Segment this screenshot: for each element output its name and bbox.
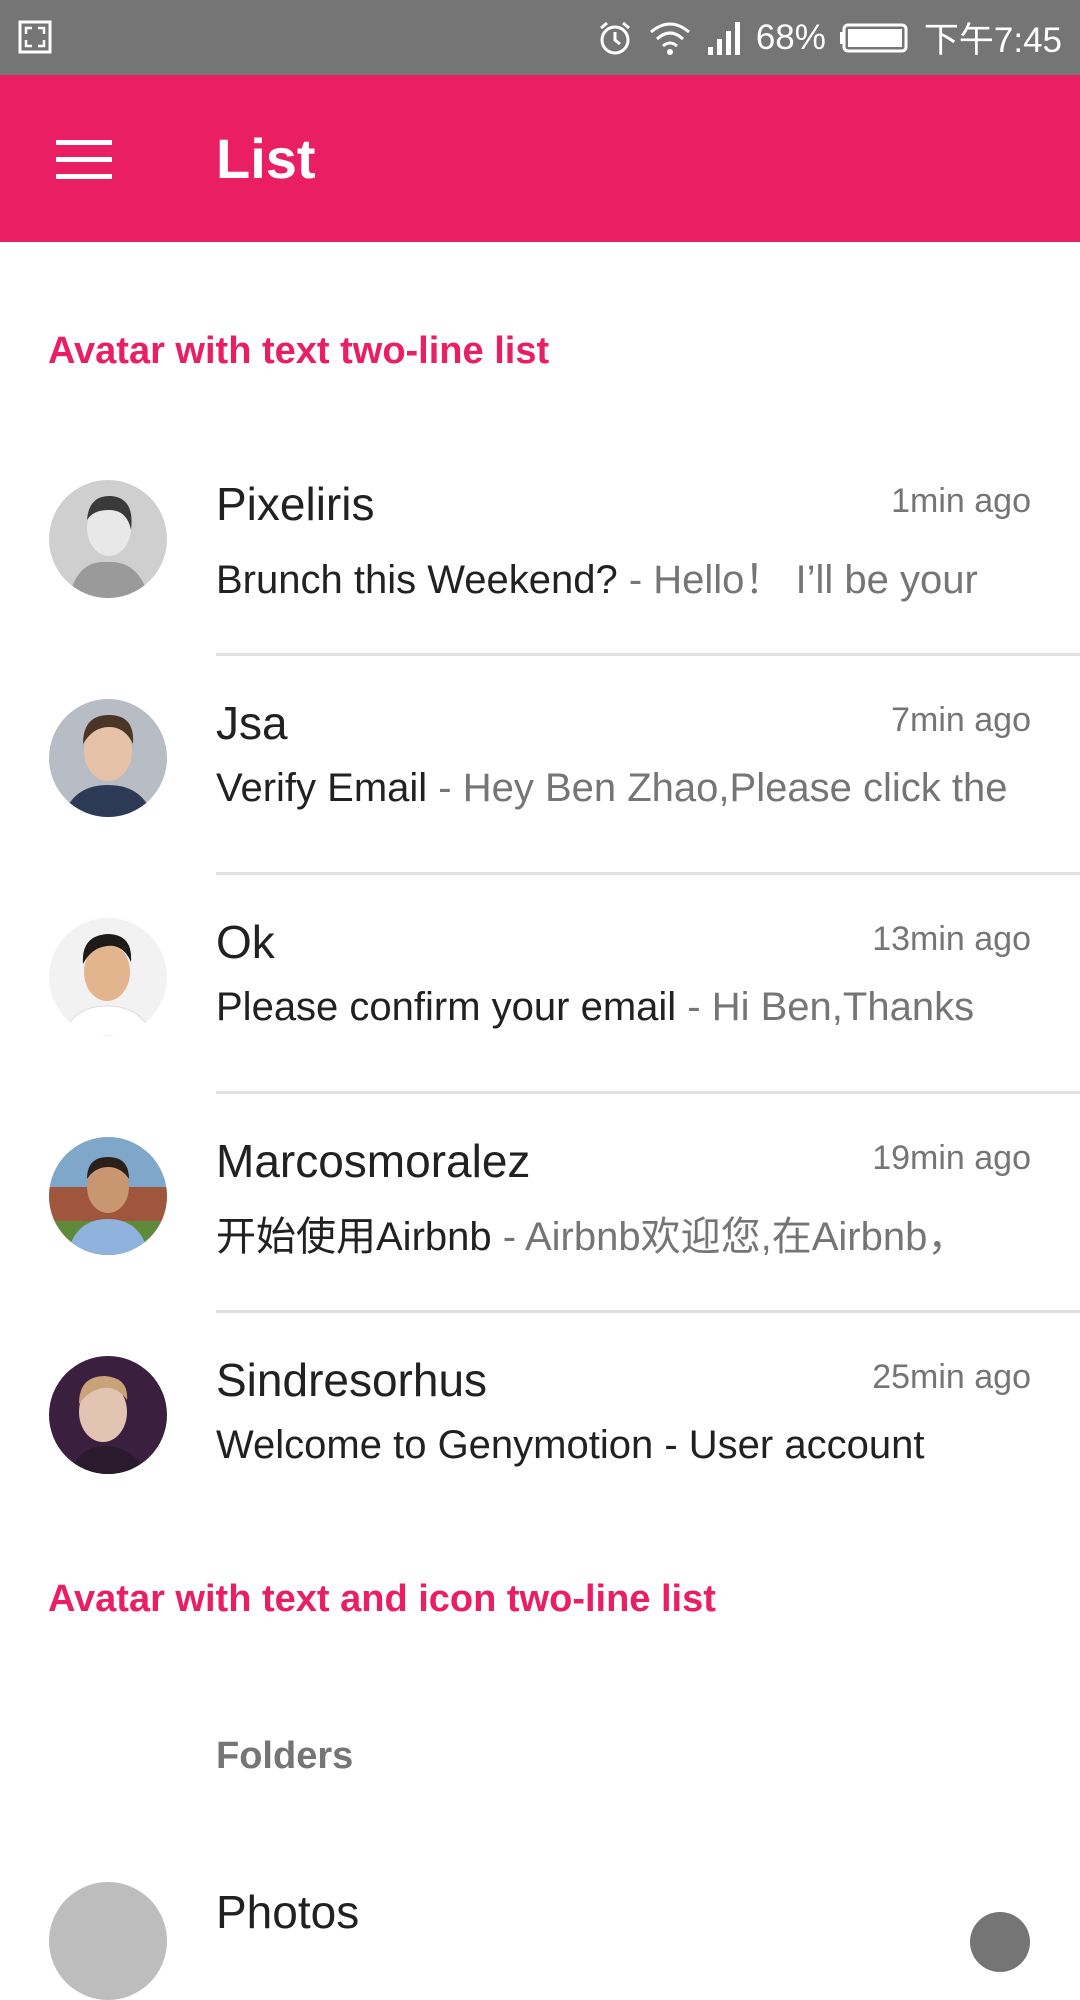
battery-percent: 68% bbox=[755, 17, 826, 57]
list-item[interactable]: Pixeliris 1min ago Brunch this Weekend? … bbox=[0, 437, 1080, 656]
signal-icon bbox=[707, 21, 740, 55]
status-icons: 68% 下午7:45 bbox=[596, 0, 1062, 75]
sender-name: Marcosmoralez bbox=[216, 1135, 531, 1187]
message-subject: Welcome to Genymotion - User account bbox=[216, 1423, 925, 1467]
message-subject: Brunch this Weekend? bbox=[216, 558, 618, 602]
message-time: 25min ago bbox=[872, 1358, 1031, 1396]
message-body: Brunch this Weekend? - Hello！ I’ll be yo… bbox=[216, 547, 1026, 605]
alarm-icon bbox=[599, 21, 630, 54]
menu-icon[interactable] bbox=[56, 140, 112, 180]
page-title: List bbox=[216, 127, 316, 190]
list-item[interactable]: Marcosmoralez 19min ago 开始使用Airbnb - Air… bbox=[0, 1094, 1080, 1313]
folders-subheader: Folders bbox=[216, 1735, 354, 1777]
folder-name: Photos bbox=[216, 1886, 360, 1938]
sender-name: Pixeliris bbox=[216, 478, 375, 530]
status-bar: 68% 下午7:45 bbox=[0, 0, 1080, 75]
folder-icon bbox=[49, 1882, 167, 2000]
list-item[interactable]: Ok 13min ago Please confirm your email -… bbox=[0, 875, 1080, 1094]
message-body: 开始使用Airbnb - Airbnb欢迎您,在Airbnb， bbox=[216, 1204, 1026, 1262]
message-preview: - Hi Ben,Thanks bbox=[676, 985, 975, 1029]
sender-name: Jsa bbox=[216, 697, 288, 749]
wifi-icon bbox=[649, 22, 690, 55]
message-subject: Verify Email bbox=[216, 766, 428, 810]
list-item[interactable]: Sindresorhus 25min ago Welcome to Genymo… bbox=[0, 1313, 1080, 1532]
message-body: Welcome to Genymotion - User account bbox=[216, 1423, 1026, 1468]
sender-name: Ok bbox=[216, 916, 275, 968]
list-item[interactable]: Jsa 7min ago Verify Email - Hey Ben Zhao… bbox=[0, 656, 1080, 875]
avatar bbox=[49, 918, 167, 1036]
message-time: 13min ago bbox=[872, 920, 1031, 958]
message-preview: - Hello！ I’ll be your bbox=[617, 558, 978, 602]
message-subject: 开始使用Airbnb bbox=[216, 1215, 492, 1259]
message-time: 7min ago bbox=[891, 701, 1031, 739]
message-body: Verify Email - Hey Ben Zhao,Please click… bbox=[216, 766, 1026, 811]
avatar bbox=[49, 1356, 167, 1474]
battery-icon bbox=[839, 23, 908, 52]
message-preview: - Hey Ben Zhao,Please click the bbox=[427, 766, 1008, 810]
avatar bbox=[49, 1137, 167, 1255]
message-subject: Please confirm your email bbox=[216, 985, 677, 1029]
app-bar: List bbox=[0, 75, 1080, 242]
avatar bbox=[49, 480, 167, 598]
clock: 下午7:45 bbox=[923, 21, 1062, 60]
avatar bbox=[49, 699, 167, 817]
message-body: Please confirm your email - Hi Ben,Thank… bbox=[216, 985, 1026, 1030]
message-time: 1min ago bbox=[891, 482, 1031, 520]
section-header-text-list: Avatar with text two-line list bbox=[48, 330, 550, 372]
message-time: 19min ago bbox=[872, 1139, 1031, 1177]
sender-name: Sindresorhus bbox=[216, 1354, 488, 1406]
section-header-icon-list: Avatar with text and icon two-line list bbox=[48, 1578, 716, 1620]
screenshot-icon bbox=[18, 20, 52, 54]
message-preview: - Airbnb欢迎您,在Airbnb， bbox=[491, 1215, 968, 1259]
info-icon[interactable] bbox=[970, 1912, 1030, 1972]
